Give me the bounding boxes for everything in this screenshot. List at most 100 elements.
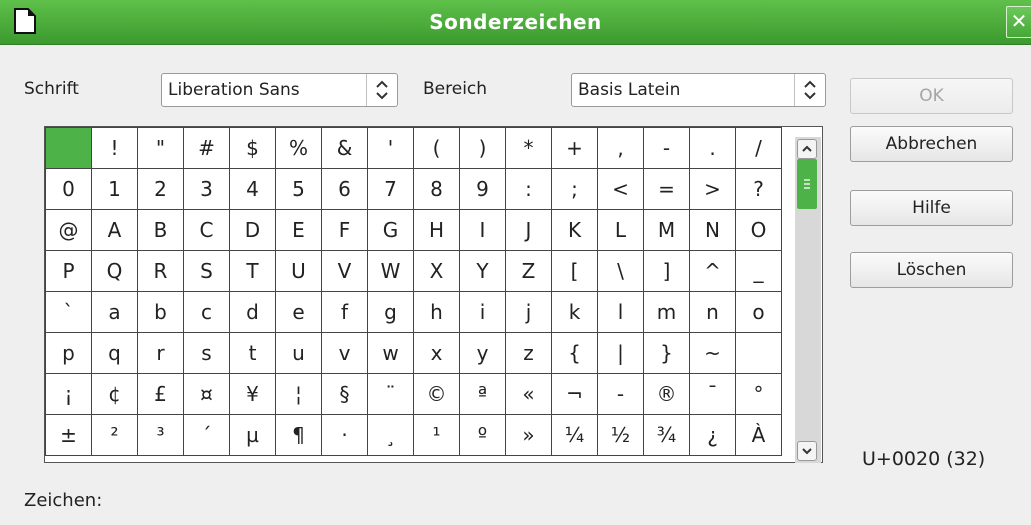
- char-cell[interactable]: s: [183, 332, 230, 374]
- char-cell[interactable]: :: [505, 168, 552, 210]
- char-cell[interactable]: @: [45, 209, 92, 251]
- char-cell[interactable]: t: [229, 332, 276, 374]
- char-cell[interactable]: _: [735, 250, 782, 292]
- char-cell[interactable]: 7: [367, 168, 414, 210]
- char-cell[interactable]: ¯: [689, 373, 736, 415]
- char-cell[interactable]: J: [505, 209, 552, 251]
- char-cell[interactable]: [735, 332, 782, 374]
- char-cell[interactable]: z: [505, 332, 552, 374]
- char-cell[interactable]: H: [413, 209, 460, 251]
- char-cell[interactable]: S: [183, 250, 230, 292]
- char-cell[interactable]: §: [321, 373, 368, 415]
- char-cell[interactable]: Z: [505, 250, 552, 292]
- char-cell[interactable]: 9: [459, 168, 506, 210]
- char-cell[interactable]: !: [91, 127, 138, 169]
- scroll-thumb[interactable]: [797, 159, 817, 209]
- char-cell[interactable]: 5: [275, 168, 322, 210]
- char-cell[interactable]: ¥: [229, 373, 276, 415]
- char-cell[interactable]: p: [45, 332, 92, 374]
- char-cell[interactable]: ¼: [551, 414, 598, 456]
- char-cell[interactable]: ;: [551, 168, 598, 210]
- char-cell[interactable]: ª: [459, 373, 506, 415]
- char-cell[interactable]: %: [275, 127, 322, 169]
- char-cell[interactable]: ³: [137, 414, 184, 456]
- char-cell[interactable]: X: [413, 250, 460, 292]
- char-cell[interactable]: W: [367, 250, 414, 292]
- char-cell[interactable]: I: [459, 209, 506, 251]
- char-cell[interactable]: -: [597, 373, 644, 415]
- char-cell[interactable]: T: [229, 250, 276, 292]
- char-cell[interactable]: ´: [183, 414, 230, 456]
- char-cell[interactable]: ®: [643, 373, 690, 415]
- char-cell[interactable]: K: [551, 209, 598, 251]
- char-cell[interactable]: ): [459, 127, 506, 169]
- delete-button[interactable]: Löschen: [850, 252, 1013, 288]
- char-cell[interactable]: O: [735, 209, 782, 251]
- font-select[interactable]: Liberation Sans: [161, 73, 398, 107]
- char-cell[interactable]: ±: [45, 414, 92, 456]
- char-cell[interactable]: h: [413, 291, 460, 333]
- char-cell[interactable]: }: [643, 332, 690, 374]
- char-cell[interactable]: -: [643, 127, 690, 169]
- char-cell[interactable]: y: [459, 332, 506, 374]
- char-cell[interactable]: ¿: [689, 414, 736, 456]
- char-cell[interactable]: >: [689, 168, 736, 210]
- char-cell[interactable]: ¾: [643, 414, 690, 456]
- char-cell[interactable]: m: [643, 291, 690, 333]
- char-cell[interactable]: 2: [137, 168, 184, 210]
- char-cell[interactable]: n: [689, 291, 736, 333]
- char-cell[interactable]: [45, 127, 92, 169]
- char-cell[interactable]: ¨: [367, 373, 414, 415]
- char-cell[interactable]: L: [597, 209, 644, 251]
- char-cell[interactable]: ,: [597, 127, 644, 169]
- char-cell[interactable]: i: [459, 291, 506, 333]
- char-cell[interactable]: ¦: [275, 373, 322, 415]
- char-cell[interactable]: E: [275, 209, 322, 251]
- char-cell[interactable]: V: [321, 250, 368, 292]
- range-select[interactable]: Basis Latein: [571, 73, 826, 107]
- char-cell[interactable]: C: [183, 209, 230, 251]
- char-cell[interactable]: ^: [689, 250, 736, 292]
- char-cell[interactable]: A: [91, 209, 138, 251]
- char-cell[interactable]: a: [91, 291, 138, 333]
- char-cell[interactable]: .: [689, 127, 736, 169]
- char-cell[interactable]: «: [505, 373, 552, 415]
- cancel-button[interactable]: Abbrechen: [850, 126, 1013, 162]
- char-cell[interactable]: c: [183, 291, 230, 333]
- char-cell[interactable]: ¬: [551, 373, 598, 415]
- char-cell[interactable]: /: [735, 127, 782, 169]
- char-cell[interactable]: ?: [735, 168, 782, 210]
- char-cell[interactable]: 0: [45, 168, 92, 210]
- char-cell[interactable]: ¢: [91, 373, 138, 415]
- char-cell[interactable]: =: [643, 168, 690, 210]
- scroll-up-button[interactable]: [797, 139, 817, 159]
- char-cell[interactable]: f: [321, 291, 368, 333]
- char-cell[interactable]: #: [183, 127, 230, 169]
- char-cell[interactable]: ]: [643, 250, 690, 292]
- char-cell[interactable]: »: [505, 414, 552, 456]
- char-cell[interactable]: [: [551, 250, 598, 292]
- char-cell[interactable]: G: [367, 209, 414, 251]
- char-cell[interactable]: F: [321, 209, 368, 251]
- char-cell[interactable]: `: [45, 291, 92, 333]
- char-cell[interactable]: ¤: [183, 373, 230, 415]
- char-cell[interactable]: ¹: [413, 414, 460, 456]
- char-cell[interactable]: ': [367, 127, 414, 169]
- char-cell[interactable]: x: [413, 332, 460, 374]
- char-cell[interactable]: Q: [91, 250, 138, 292]
- char-cell[interactable]: ©: [413, 373, 460, 415]
- char-cell[interactable]: r: [137, 332, 184, 374]
- char-cell[interactable]: +: [551, 127, 598, 169]
- char-cell[interactable]: *: [505, 127, 552, 169]
- char-cell[interactable]: 3: [183, 168, 230, 210]
- char-cell[interactable]: 1: [91, 168, 138, 210]
- char-cell[interactable]: B: [137, 209, 184, 251]
- char-cell[interactable]: w: [367, 332, 414, 374]
- char-cell[interactable]: ·: [321, 414, 368, 456]
- scroll-down-button[interactable]: [797, 441, 817, 461]
- char-cell[interactable]: 8: [413, 168, 460, 210]
- char-cell[interactable]: D: [229, 209, 276, 251]
- char-cell[interactable]: N: [689, 209, 736, 251]
- char-cell[interactable]: ½: [597, 414, 644, 456]
- char-cell[interactable]: Y: [459, 250, 506, 292]
